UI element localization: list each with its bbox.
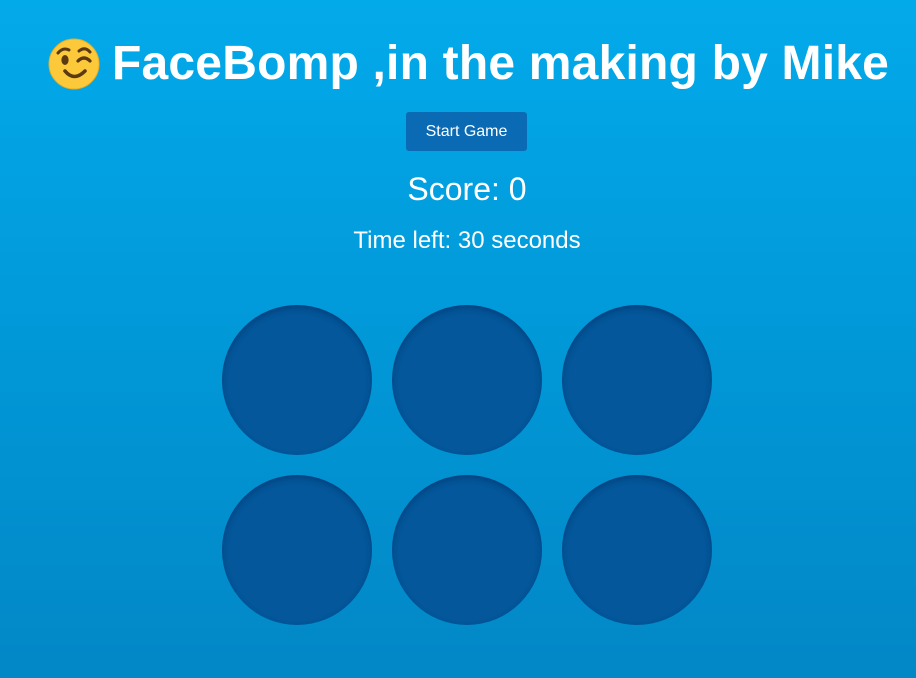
hole-2[interactable] <box>392 305 542 455</box>
hole-5[interactable] <box>392 475 542 625</box>
hole-6[interactable] <box>562 475 712 625</box>
start-game-button[interactable]: Start Game <box>406 112 527 151</box>
score-display: Score: 0 <box>407 171 527 207</box>
game-board <box>222 305 712 625</box>
header: FaceBomp ,in the making by Mike <box>48 36 889 92</box>
hole-1[interactable] <box>222 305 372 455</box>
winking-face-icon <box>48 38 100 90</box>
hole-4[interactable] <box>222 475 372 625</box>
hole-3[interactable] <box>562 305 712 455</box>
time-left-display: Time left: 30 seconds <box>353 227 581 254</box>
page-title: FaceBomp ,in the making by Mike <box>112 37 890 90</box>
